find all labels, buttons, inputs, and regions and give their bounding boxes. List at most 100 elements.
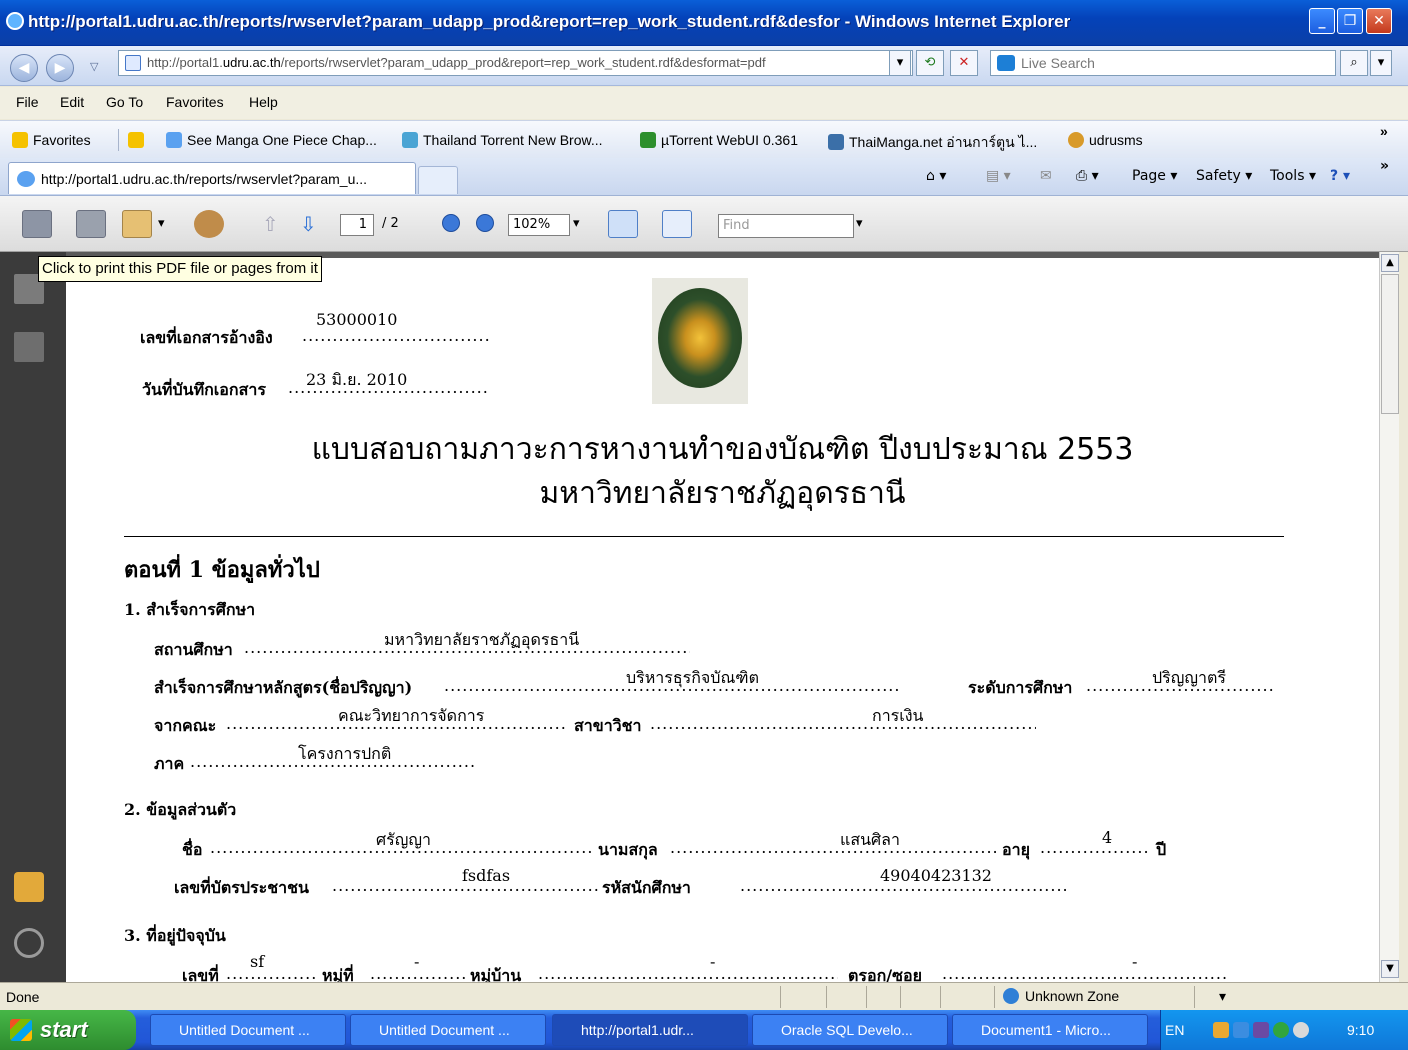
star-icon [12,132,28,148]
bookmarks-panel-icon[interactable] [14,332,44,362]
pdf-viewer[interactable]: 53000010 เลขที่เอกสารอ้างอิง ...........… [66,252,1379,982]
home-icon[interactable]: ⌂ ▾ [926,168,946,184]
safety-menu[interactable]: Safety ▾ [1196,168,1252,184]
refresh-icon[interactable]: ⟲ [916,50,944,76]
course-label: สำเร็จการศึกษาหลักสูตร(ชื่อปริญญา) [154,678,413,697]
add-favorite-icon[interactable] [128,132,149,148]
feeds-icon[interactable]: ▤ ▾ [986,168,1011,184]
ie-tab-icon [17,171,35,187]
tray-icon[interactable] [1253,1022,1269,1038]
find-input[interactable]: Find [718,214,854,238]
new-tab-button[interactable] [418,166,458,194]
menu-favorites[interactable]: Favorites [166,94,224,110]
soi-label: ตรอก/ซอย [848,966,922,982]
favorite-link-2[interactable]: Thailand Torrent New Brow... [402,132,603,148]
stop-icon[interactable]: ✕ [950,50,978,76]
age-value: 4 [1102,828,1113,847]
windows-taskbar: start Untitled Document ... Untitled Doc… [0,1010,1408,1050]
previous-page-icon[interactable]: ⇧ [262,212,279,236]
favorite-link-5[interactable]: udrusms [1068,132,1143,148]
ie-logo-icon [6,12,24,30]
scroll-thumb[interactable] [1381,274,1399,414]
favorite-link-1[interactable]: See Manga One Piece Chap... [166,132,377,148]
history-dropdown-icon[interactable]: ▽ [90,60,98,73]
menu-file[interactable]: File [16,94,39,110]
status-bar: Done Unknown Zone ▾ [0,982,1408,1010]
tray-icon[interactable] [1233,1022,1249,1038]
vertical-scrollbar[interactable]: ▲ ▼ [1379,252,1399,982]
attachments-panel-icon[interactable] [14,928,44,958]
fit-width-icon[interactable] [608,210,638,238]
comments-panel-icon[interactable] [14,872,44,902]
taskbar-item-4[interactable]: Oracle SQL Develo... [752,1014,948,1046]
scroll-up-arrow-icon[interactable]: ▲ [1381,254,1399,272]
share-icon[interactable] [122,210,152,238]
dotted-line: ........................................… [650,714,1036,733]
close-button[interactable]: ✕ [1366,8,1392,34]
zoom-level-button[interactable]: ▾ [1194,986,1384,1008]
tray-icon[interactable] [1273,1022,1289,1038]
surname-label: นามสกุล [598,840,658,859]
zoom-in-icon[interactable] [476,214,494,232]
share-dropdown-icon[interactable]: ▾ [158,216,165,231]
page-number-input[interactable]: 1 [340,214,374,236]
favorite-link-3[interactable]: µTorrent WebUI 0.361 [640,132,798,148]
tray-icon[interactable] [1293,1022,1309,1038]
tray-icon[interactable] [1213,1022,1229,1038]
age-unit: ปี [1156,840,1167,859]
fit-page-icon[interactable] [662,210,692,238]
section-part-1-heading: ตอนที่ 1 ข้อมูลทั่วไป [124,557,320,583]
taskbar-item-5[interactable]: Document1 - Micro... [952,1014,1148,1046]
forward-icon[interactable]: ▶ [46,54,74,82]
search-options-button[interactable]: ▾ [1370,50,1392,76]
favorites-button[interactable]: Favorites [12,132,91,148]
menu-edit[interactable]: Edit [60,94,84,110]
language-indicator[interactable]: EN [1165,1022,1184,1038]
security-zone[interactable]: Unknown Zone [994,986,1194,1008]
favorites-more-button[interactable]: » [1380,123,1388,139]
taskbar-item-2[interactable]: Untitled Document ... [350,1014,546,1046]
taskbar-item-1[interactable]: Untitled Document ... [150,1014,346,1046]
windows-logo-icon [10,1019,32,1041]
scroll-down-arrow-icon[interactable]: ▼ [1381,960,1399,978]
menu-help[interactable]: Help [249,94,278,110]
search-icon[interactable]: ⌕ [1340,50,1368,76]
citizen-id-value: fsdfas [462,866,511,885]
bing-icon [997,55,1015,71]
help-icon[interactable]: ? ▾ [1330,168,1350,184]
menu-goto[interactable]: Go To [106,94,143,110]
address-dropdown-button[interactable]: ▾ [889,50,911,76]
record-date-label: วันที่บันทึกเอกสาร [142,380,266,399]
read-mail-icon[interactable]: ✉ [1040,168,1052,184]
status-text: Done [6,989,40,1005]
commands-more-button[interactable]: » [1380,158,1389,174]
tools-menu[interactable]: Tools ▾ [1270,168,1316,184]
zoom-out-icon[interactable] [442,214,460,232]
section-2-heading: 2. ข้อมูลส่วนตัว [124,800,237,819]
print-command-icon[interactable]: ⎙ ▾ [1076,168,1099,184]
minimize-button[interactable]: _ [1309,8,1335,34]
next-page-icon[interactable]: ⇩ [300,212,317,236]
window-titlebar[interactable]: http://portal1.udru.ac.th/reports/rwserv… [0,0,1408,46]
taskbar-item-3[interactable]: http://portal1.udr... [552,1014,748,1046]
dotted-line: ........................................… [226,964,318,982]
favorite-link-4[interactable]: ThaiManga.net อ่านการ์ตูน ไ... [828,132,1037,154]
start-button[interactable]: start [0,1010,136,1050]
address-input[interactable]: http://portal1.udru.ac.th/reports/rwserv… [118,50,913,76]
back-icon[interactable]: ◀ [10,54,38,82]
dotted-line: ........................................… [302,326,492,345]
university-name: มหาวิทยาลัยราชภัฏอุดรธานี [539,476,906,511]
find-dropdown-icon[interactable]: ▾ [856,216,863,231]
print-icon[interactable] [22,210,52,238]
faculty-value: คณะวิทยาการจัดการ [338,706,485,725]
search-input[interactable]: Live Search [990,50,1336,76]
maximize-button[interactable]: ❐ [1337,8,1363,34]
zoom-input[interactable]: 102% [508,214,570,236]
page-menu[interactable]: Page ▾ [1132,168,1177,184]
tab-current[interactable]: http://portal1.udru.ac.th/reports/rwserv… [8,162,416,194]
zoom-dropdown-icon[interactable]: ▾ [573,216,580,231]
clock[interactable]: 9:10 [1347,1022,1374,1038]
save-icon[interactable] [76,210,106,238]
collaborate-icon[interactable] [194,210,224,238]
village-label: หมู่บ้าน [470,966,522,982]
